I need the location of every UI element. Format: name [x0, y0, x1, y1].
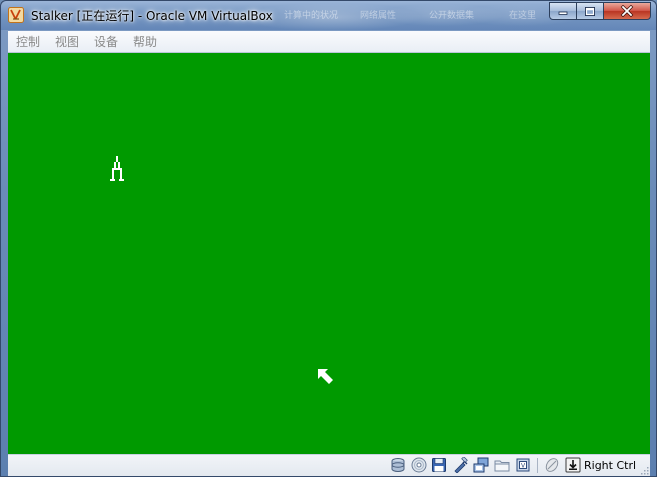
close-button[interactable]: [603, 2, 651, 20]
host-key-label[interactable]: Right Ctrl: [584, 457, 636, 474]
background-ghost-text: 网络属性: [360, 11, 397, 21]
window-title: Stalker [正在运行] - Oracle VM VirtualBox: [31, 9, 273, 23]
player-glyph: [110, 156, 124, 181]
menu-view[interactable]: 视图: [47, 32, 86, 52]
floppy-drive-icon[interactable]: [431, 457, 447, 473]
maximize-icon: [585, 6, 595, 16]
virtualbox-window: Stalker [正在运行] - Oracle VM VirtualBox 计算…: [0, 0, 657, 477]
virtualization-icon[interactable]: V: [515, 457, 531, 473]
resize-grip-icon[interactable]: [639, 465, 649, 475]
close-icon: [620, 5, 634, 17]
menu-help[interactable]: 帮助: [125, 32, 164, 52]
maximize-button[interactable]: [576, 2, 604, 20]
guest-display[interactable]: [8, 53, 650, 454]
background-ghost-text: 计算中的状况: [284, 11, 339, 21]
optical-drive-icon[interactable]: [411, 457, 427, 473]
menu-machine[interactable]: 控制: [8, 32, 47, 52]
background-ghost-text: 在这里: [509, 11, 537, 21]
arrow-pointer-icon: [318, 369, 333, 384]
minimize-icon: [558, 11, 568, 15]
minimize-button[interactable]: [549, 2, 577, 20]
title-bar[interactable]: Stalker [正在运行] - Oracle VM VirtualBox 计算…: [1, 1, 656, 30]
hard-disk-icon[interactable]: [390, 457, 406, 473]
usb-icon[interactable]: [452, 457, 468, 473]
menu-devices[interactable]: 设备: [86, 32, 125, 52]
shared-folders-icon[interactable]: [494, 457, 510, 473]
menu-bar: 控制 视图 设备 帮助: [8, 31, 650, 53]
status-separator: [537, 458, 538, 473]
network-icon[interactable]: [473, 457, 489, 473]
background-ghost-text: 公开数据集: [429, 11, 475, 21]
status-bar: V Right Ctrl: [8, 454, 650, 476]
virtualbox-app-icon[interactable]: [8, 7, 24, 23]
mouse-integration-icon[interactable]: [544, 457, 560, 473]
keyboard-capture-icon[interactable]: [565, 457, 581, 473]
